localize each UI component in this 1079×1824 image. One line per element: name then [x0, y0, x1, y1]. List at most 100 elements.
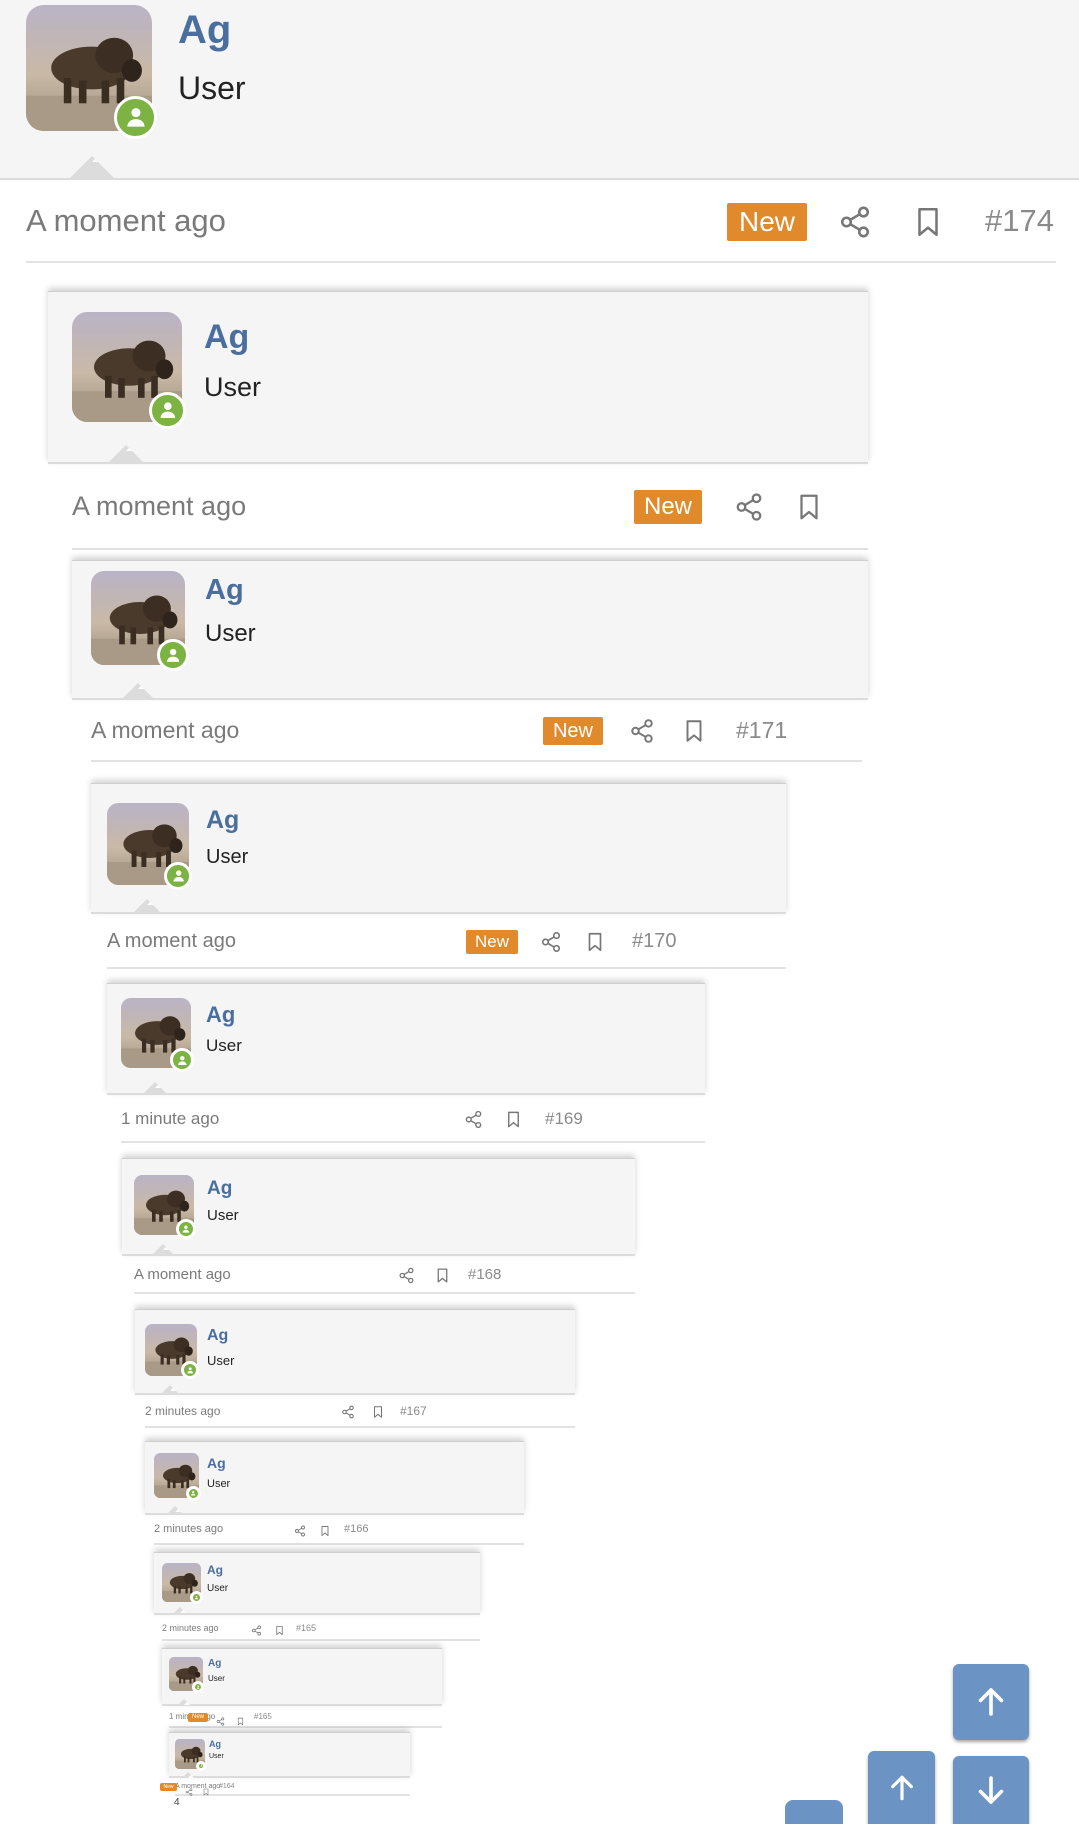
post-number[interactable]: #168 — [468, 1266, 501, 1283]
share-icon[interactable] — [251, 1623, 262, 1641]
avatar[interactable] — [107, 803, 193, 891]
user-icon — [185, 1485, 201, 1501]
post-time[interactable]: A moment ago — [26, 203, 226, 239]
bottom-tab-stub[interactable] — [785, 1800, 843, 1824]
post-author-header: Ag User — [122, 1158, 635, 1256]
avatar[interactable] — [134, 1175, 197, 1239]
post-meta-bar: A moment ago New #164 — [160, 1778, 410, 1796]
share-icon[interactable] — [185, 1783, 193, 1801]
post-number[interactable]: #164 — [219, 1783, 235, 1790]
post-meta-bar: 2 minutes ago #167 — [145, 1395, 575, 1428]
username[interactable]: Ag — [207, 1178, 232, 1200]
new-badge: New — [634, 490, 702, 524]
recursive-post-screenshot: Ag User A moment ago New #174 Ag User A moment … — [0, 0, 1079, 1824]
post-card: Ag User 1 minute ago #169 — [107, 983, 705, 1143]
avatar[interactable] — [175, 1739, 207, 1771]
username[interactable]: Ag — [207, 1563, 223, 1577]
share-icon[interactable] — [734, 492, 764, 527]
bookmark-icon[interactable] — [911, 205, 945, 244]
avatar[interactable] — [154, 1453, 201, 1501]
post-number[interactable]: #174 — [985, 203, 1054, 239]
post-number[interactable]: #170 — [632, 930, 677, 953]
avatar[interactable] — [169, 1657, 205, 1694]
post-author-header: Ag User — [154, 1552, 480, 1615]
username[interactable]: Ag — [204, 318, 249, 357]
avatar[interactable] — [145, 1324, 200, 1380]
user-icon — [149, 391, 187, 429]
share-icon[interactable] — [540, 931, 562, 958]
bookmark-icon[interactable] — [236, 1713, 245, 1731]
username[interactable]: Ag — [178, 8, 231, 53]
post-time[interactable]: A moment ago — [175, 1783, 220, 1790]
user-role: User — [207, 1207, 239, 1224]
scroll-up-small-button[interactable] — [868, 1751, 935, 1824]
scroll-down-button[interactable] — [953, 1756, 1029, 1824]
avatar[interactable] — [26, 5, 158, 139]
share-icon[interactable] — [838, 205, 872, 244]
post-author-header: Ag User — [72, 560, 868, 700]
avatar[interactable] — [91, 571, 189, 671]
post-number[interactable]: #165 — [296, 1623, 316, 1633]
post-card: Ag User 2 minutes ago #167 — [135, 1309, 575, 1428]
username[interactable]: Ag — [206, 1002, 235, 1028]
scroll-up-button[interactable] — [953, 1664, 1029, 1740]
bookmark-icon[interactable] — [584, 931, 606, 958]
post-number[interactable]: #166 — [344, 1523, 368, 1535]
bookmark-icon[interactable] — [434, 1267, 451, 1289]
header-notch — [173, 1607, 187, 1614]
post-time[interactable]: A moment ago — [107, 930, 236, 953]
new-badge: New — [543, 717, 603, 745]
post-number[interactable]: #165 — [254, 1712, 272, 1721]
user-role: User — [205, 620, 256, 647]
bookmark-icon[interactable] — [371, 1405, 385, 1424]
share-icon[interactable] — [341, 1405, 355, 1424]
post-card: Ag User 2 minutes ago #165 — [154, 1552, 480, 1641]
post-author-header: Ag User — [145, 1441, 524, 1515]
share-icon[interactable] — [629, 718, 655, 749]
arrow-down-icon — [978, 1776, 1004, 1804]
share-icon[interactable] — [464, 1110, 483, 1134]
user-role: User — [208, 1674, 225, 1683]
share-icon[interactable] — [216, 1713, 225, 1731]
bookmark-icon[interactable] — [794, 492, 824, 527]
post-number[interactable]: #167 — [400, 1404, 427, 1418]
bookmark-icon[interactable] — [202, 1783, 210, 1801]
share-icon[interactable] — [398, 1267, 415, 1289]
post-time[interactable]: A moment ago — [91, 717, 239, 744]
new-badge: New — [466, 929, 518, 954]
post-number[interactable]: #171 — [736, 717, 787, 744]
arrow-up-icon — [890, 1775, 913, 1800]
header-notch — [70, 156, 114, 178]
user-icon — [156, 638, 189, 671]
post-time[interactable]: A moment ago — [134, 1266, 231, 1283]
post-time[interactable]: 2 minutes ago — [162, 1623, 219, 1633]
user-icon — [114, 95, 158, 139]
share-icon[interactable] — [294, 1524, 306, 1542]
username[interactable]: Ag — [208, 1658, 221, 1669]
user-role: User — [207, 1583, 229, 1594]
avatar[interactable] — [162, 1563, 203, 1605]
username[interactable]: Ag — [207, 1327, 228, 1345]
post-card: Ag User 2 minutes ago #166 — [145, 1441, 524, 1545]
bookmark-icon[interactable] — [504, 1110, 523, 1134]
post-author-header: Ag User — [162, 1648, 442, 1706]
post-time[interactable]: 2 minutes ago — [154, 1523, 223, 1535]
username[interactable]: Ag — [209, 1739, 221, 1749]
username[interactable]: Ag — [205, 574, 244, 607]
post-time[interactable]: 2 minutes ago — [145, 1404, 220, 1418]
post-card: Ag User A moment ago New — [48, 291, 868, 550]
post-time[interactable]: A moment ago — [72, 491, 246, 522]
avatar[interactable] — [121, 998, 194, 1073]
avatar[interactable] — [72, 312, 187, 429]
post-number[interactable]: #169 — [545, 1109, 583, 1129]
post-meta-bar: 1 minute ago #169 — [121, 1095, 705, 1143]
post-meta-bar: 1 minute agoNew#165 — [169, 1706, 442, 1728]
header-notch — [167, 1506, 183, 1514]
post-time[interactable]: 1 minute ago — [121, 1109, 219, 1129]
username[interactable]: Ag — [206, 806, 239, 835]
bookmark-icon[interactable] — [681, 718, 707, 749]
bookmark-icon[interactable] — [274, 1623, 285, 1641]
post-card: Ag User 1 minute agoNew#165 — [162, 1648, 442, 1728]
username[interactable]: Ag — [207, 1455, 226, 1471]
bookmark-icon[interactable] — [319, 1524, 331, 1542]
